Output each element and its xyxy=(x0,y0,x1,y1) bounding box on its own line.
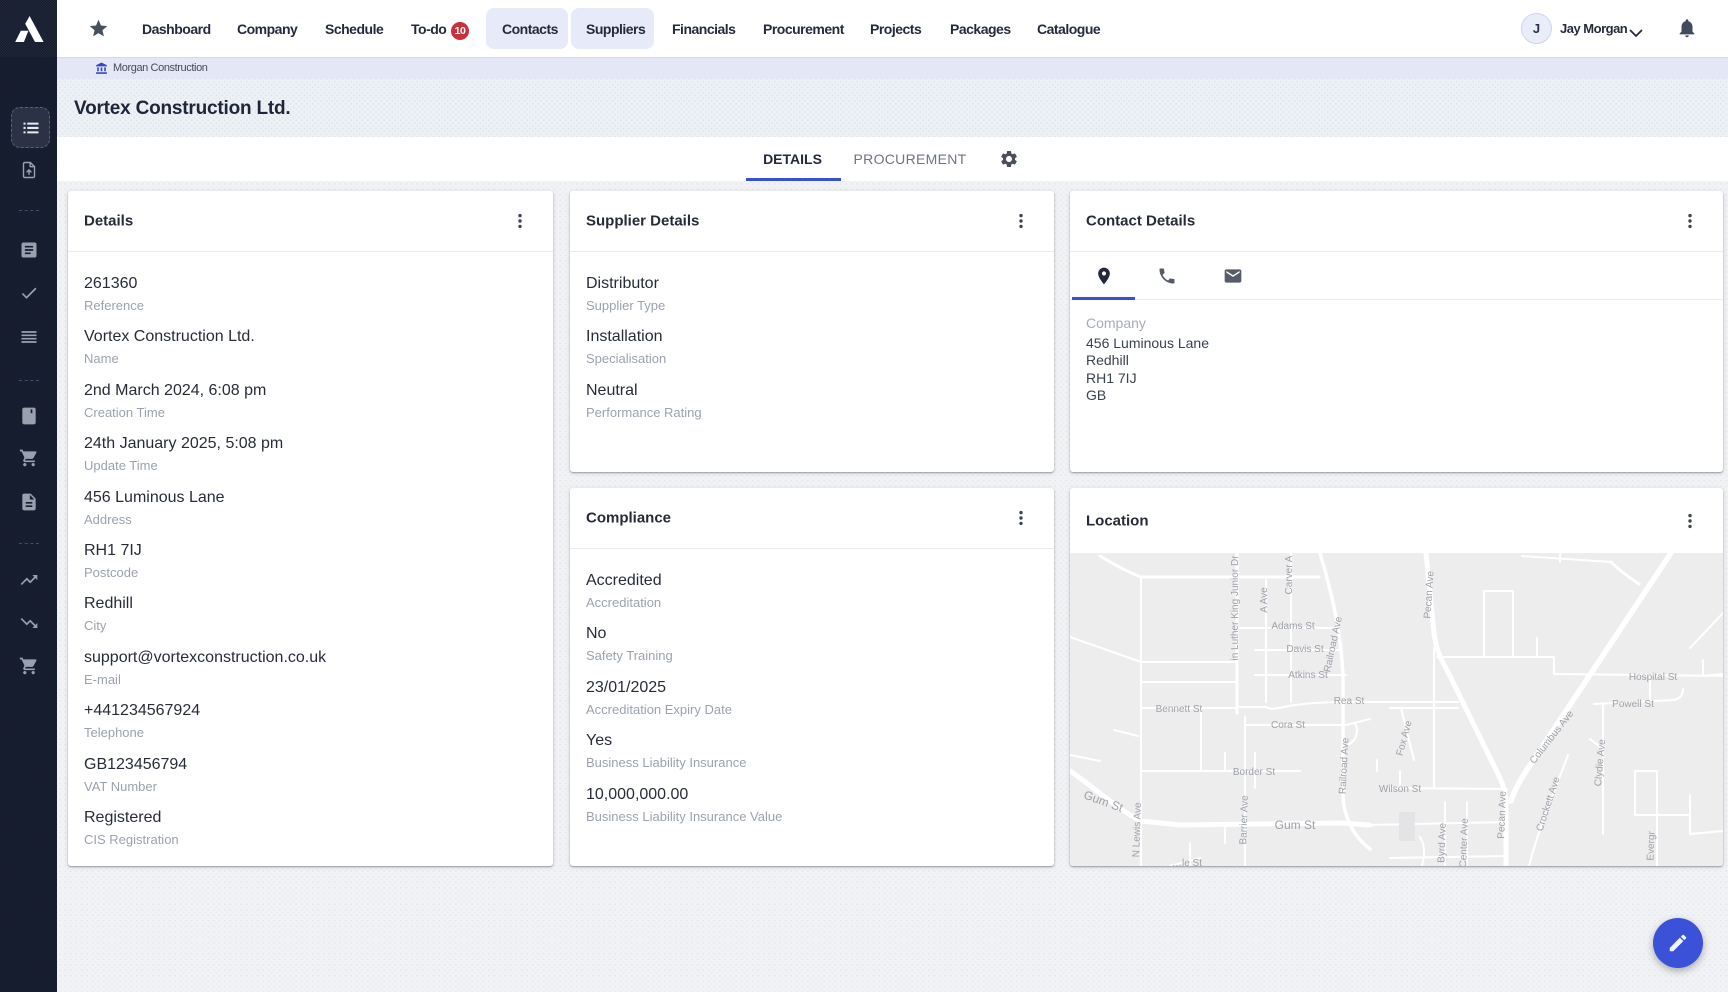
svg-text:Byrd Ave: Byrd Ave xyxy=(1436,822,1448,863)
svg-text:Border St: Border St xyxy=(1233,767,1275,778)
svg-text:in Luther King Junior Dr: in Luther King Junior Dr xyxy=(1230,555,1241,661)
svg-text:Cora St: Cora St xyxy=(1271,720,1305,731)
svg-text:Wilson St: Wilson St xyxy=(1379,784,1421,795)
svg-text:Carver A: Carver A xyxy=(1284,555,1295,594)
svg-text:Adams St: Adams St xyxy=(1271,621,1315,632)
svg-text:Davis St: Davis St xyxy=(1286,644,1323,655)
svg-text:Gum St: Gum St xyxy=(1275,818,1316,832)
svg-text:Bennett St: Bennett St xyxy=(1156,704,1203,715)
svg-text:Hospital St: Hospital St xyxy=(1629,672,1678,683)
svg-text:Powell St: Powell St xyxy=(1612,699,1654,710)
svg-text:Pecan Ave: Pecan Ave xyxy=(1496,790,1509,838)
svg-text:A Ave: A Ave xyxy=(1259,587,1270,613)
svg-text:Center Ave: Center Ave xyxy=(1458,818,1471,866)
svg-text:Rea St: Rea St xyxy=(1334,696,1365,707)
svg-text:…le St: …le St xyxy=(1172,858,1202,866)
svg-text:Evergr: Evergr xyxy=(1645,830,1657,860)
svg-text:Barrier Ave: Barrier Ave xyxy=(1238,795,1251,845)
svg-text:N Lewis Ave: N Lewis Ave xyxy=(1131,802,1144,858)
